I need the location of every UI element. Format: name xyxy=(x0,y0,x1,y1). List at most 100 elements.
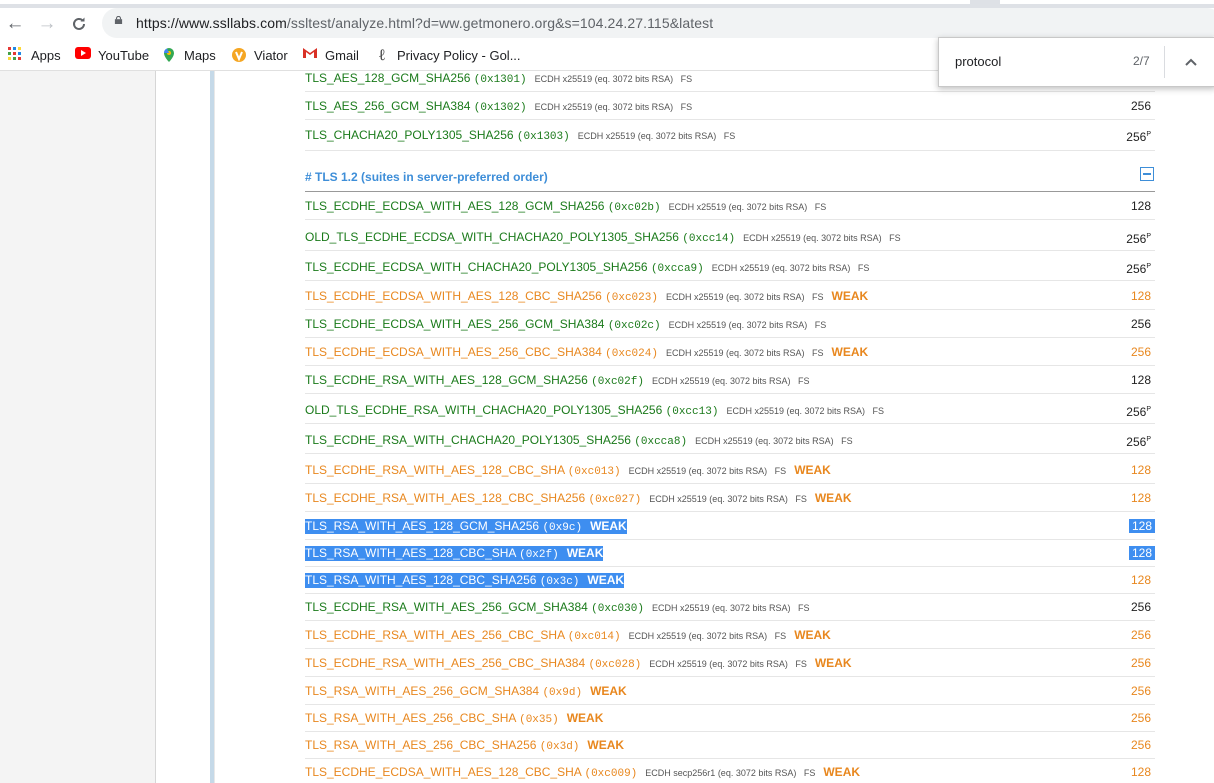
cipher-suite-row: TLS_ECDHE_ECDSA_WITH_AES_128_GCM_SHA256 … xyxy=(305,199,1155,215)
cipher-name: TLS_ECDHE_ECDSA_WITH_AES_256_GCM_SHA384 xyxy=(305,317,605,331)
active-tab-edge[interactable] xyxy=(0,0,970,4)
url-text: https://www.ssllabs.com/ssltest/analyze.… xyxy=(136,15,714,31)
bookmark-privacy-policy[interactable]: ℓ Privacy Policy - Gol... xyxy=(374,47,521,63)
row-divider xyxy=(305,539,1155,540)
cipher-code: (0xc014) xyxy=(567,631,621,643)
viator-icon xyxy=(231,47,247,63)
weak-badge: WEAK xyxy=(823,765,861,779)
cipher-suite-text: OLD_TLS_ECDHE_RSA_WITH_CHACHA20_POLY1305… xyxy=(305,403,885,418)
address-bar[interactable]: https://www.ssllabs.com/ssltest/analyze.… xyxy=(102,8,1214,38)
key-exchange-info: ECDH x25519 (eq. 3072 bits RSA) FS xyxy=(651,376,810,386)
bookmark-gmail[interactable]: Gmail xyxy=(302,47,359,63)
key-bits-value: 256 xyxy=(1130,628,1151,642)
cipher-suite-text: OLD_TLS_ECDHE_ECDSA_WITH_CHACHA20_POLY13… xyxy=(305,230,901,245)
cipher-code: (0x1301) xyxy=(473,74,527,86)
row-divider xyxy=(305,483,1155,484)
cipher-suite-text: TLS_RSA_WITH_AES_128_GCM_SHA256 (0x9c) WE… xyxy=(305,519,627,534)
back-button[interactable]: ← xyxy=(3,12,27,36)
bookmark-viator[interactable]: Viator xyxy=(231,47,288,63)
row-divider xyxy=(305,758,1155,759)
key-bits-value: 256 xyxy=(1130,656,1151,670)
chevron-up-icon xyxy=(1185,58,1197,66)
weak-badge: WEAK xyxy=(566,711,604,725)
cipher-suite-row: TLS_ECDHE_ECDSA_WITH_AES_128_CBC_SHA256 … xyxy=(305,289,1155,305)
bookmark-label: Apps xyxy=(31,47,61,63)
row-divider xyxy=(305,511,1155,512)
bookmark-label: YouTube xyxy=(98,47,150,63)
cipher-code: (0xc028) xyxy=(588,659,642,671)
cipher-suite-text: TLS_ECDHE_RSA_WITH_AES_256_GCM_SHA384 (0… xyxy=(305,600,810,615)
cipher-suite-text: TLS_RSA_WITH_AES_256_GCM_SHA384 (0x9d) WE… xyxy=(305,684,627,699)
key-bits-value: 128 xyxy=(1130,573,1151,587)
key-exchange-info: ECDH x25519 (eq. 3072 bits RSA) FS xyxy=(695,436,853,446)
cipher-name: TLS_ECDHE_ECDSA_WITH_AES_128_CBC_SHA256 xyxy=(305,289,602,303)
cipher-suite-text: TLS_ECDHE_ECDSA_WITH_AES_256_GCM_SHA384 … xyxy=(305,317,826,332)
cipher-suite-row: OLD_TLS_ECDHE_RSA_WITH_CHACHA20_POLY1305… xyxy=(305,403,1155,419)
key-bits: 256 xyxy=(1131,656,1151,670)
tab-edge[interactable] xyxy=(1000,0,1214,4)
find-previous-button[interactable] xyxy=(1185,53,1197,69)
weak-badge: WEAK xyxy=(590,519,627,533)
row-divider xyxy=(305,593,1155,594)
bookmark-youtube[interactable]: YouTube xyxy=(75,47,149,63)
collapse-section-button[interactable] xyxy=(1140,167,1154,181)
key-bits-superscript: P xyxy=(1146,131,1151,138)
key-bits-superscript: P xyxy=(1146,406,1151,413)
report-inner-border xyxy=(214,71,215,783)
key-exchange-info: ECDH x25519 (eq. 3072 bits RSA) FS xyxy=(534,102,693,112)
row-divider xyxy=(305,280,1155,281)
key-bits-value: 256 xyxy=(1130,99,1151,113)
cipher-suite-text: TLS_RSA_WITH_AES_128_CBC_SHA256 (0x3c) WE… xyxy=(305,573,625,588)
key-bits-superscript: P xyxy=(1146,436,1151,443)
weak-badge: WEAK xyxy=(587,573,625,587)
key-bits: 256 xyxy=(1131,600,1151,614)
cipher-code: (0x3c) xyxy=(539,576,580,588)
cipher-name: TLS_AES_128_GCM_SHA256 xyxy=(305,71,471,85)
weak-badge: WEAK xyxy=(814,491,852,505)
key-exchange-info: ECDH x25519 (eq. 3072 bits RSA) FS xyxy=(665,292,824,302)
key-bits-value: 256 xyxy=(1126,405,1147,419)
weak-badge: WEAK xyxy=(794,463,831,477)
key-exchange-info: ECDH x25519 (eq. 3072 bits RSA) FS xyxy=(726,406,885,416)
bookmark-apps[interactable]: Apps xyxy=(8,47,61,63)
key-bits-value: 256 xyxy=(1130,684,1151,698)
cipher-suite-row: TLS_ECDHE_ECDSA_WITH_AES_256_CBC_SHA384 … xyxy=(305,345,1155,361)
find-input[interactable]: protocol xyxy=(955,54,1001,69)
forward-button[interactable]: → xyxy=(35,12,59,36)
key-exchange-info: ECDH x25519 (eq. 3072 bits RSA) FS xyxy=(668,202,827,212)
key-bits: 256 xyxy=(1131,317,1151,331)
cipher-name: TLS_ECDHE_RSA_WITH_AES_256_CBC_SHA384 xyxy=(305,656,586,670)
reload-button[interactable] xyxy=(67,12,91,36)
key-bits-superscript: P xyxy=(1146,263,1151,270)
bookmark-label: Privacy Policy - Gol... xyxy=(397,47,521,63)
key-bits-value: 256 xyxy=(1130,738,1151,752)
cipher-suite-text: TLS_ECDHE_ECDSA_WITH_AES_128_CBC_SHA (0x… xyxy=(305,765,861,780)
cipher-suite-row: TLS_ECDHE_ECDSA_WITH_AES_128_CBC_SHA (0x… xyxy=(305,765,1155,781)
key-bits: 256 xyxy=(1131,628,1151,642)
cipher-suite-text: TLS_ECDHE_RSA_WITH_AES_256_CBC_SHA384 (0… xyxy=(305,656,852,671)
cipher-suite-row: TLS_ECDHE_RSA_WITH_AES_128_GCM_SHA256 (0… xyxy=(305,373,1155,389)
key-bits: 128 xyxy=(1131,491,1151,505)
section-divider xyxy=(305,191,1155,192)
key-bits: 256P xyxy=(1126,128,1151,144)
cipher-suite-text: TLS_CHACHA20_POLY1305_SHA256 (0x1303) ECD… xyxy=(305,128,735,143)
cipher-name: TLS_ECDHE_RSA_WITH_CHACHA20_POLY1305_SHA… xyxy=(305,433,631,447)
cipher-name: TLS_CHACHA20_POLY1305_SHA256 xyxy=(305,128,514,142)
cipher-suite-row: TLS_ECDHE_RSA_WITH_CHACHA20_POLY1305_SHA… xyxy=(305,433,1155,449)
cipher-code: (0xc023) xyxy=(605,292,658,304)
row-divider xyxy=(305,119,1155,120)
cipher-code: (0x3d) xyxy=(539,741,580,753)
section-title-tls12: # TLS 1.2 (suites in server-preferred or… xyxy=(305,170,548,184)
bookmark-maps[interactable]: Maps xyxy=(161,47,216,63)
reload-icon xyxy=(73,17,85,30)
key-bits: 256 xyxy=(1131,711,1151,725)
cipher-suite-text: TLS_RSA_WITH_AES_256_CBC_SHA256 (0x3d) WE… xyxy=(305,738,625,753)
weak-badge: WEAK xyxy=(587,738,625,752)
cipher-suite-text: TLS_ECDHE_ECDSA_WITH_AES_128_GCM_SHA256 … xyxy=(305,199,827,214)
cipher-code: (0xcca8) xyxy=(634,436,688,448)
weak-badge: WEAK xyxy=(814,656,852,670)
cipher-code: (0x2f) xyxy=(519,549,559,561)
key-bits-value: 256 xyxy=(1126,130,1147,144)
key-bits: 128 xyxy=(1131,199,1151,213)
row-divider xyxy=(305,566,1155,567)
